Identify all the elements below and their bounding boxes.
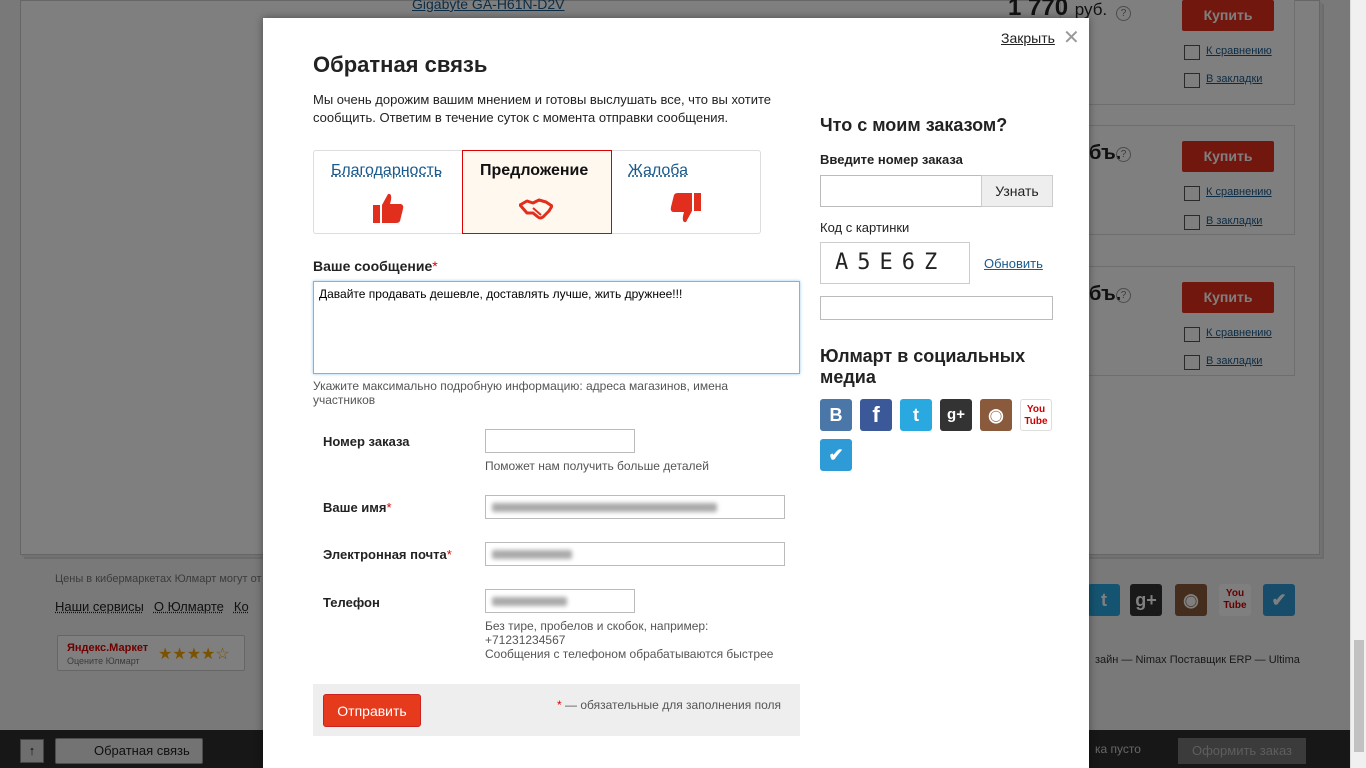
order-number-hint: Поможет нам получить больше деталей [485, 459, 709, 473]
vkontakte-icon[interactable]: B [820, 399, 852, 431]
email-label: Электронная почта* [323, 547, 452, 562]
scrollbar[interactable] [1350, 0, 1366, 768]
thumbs-up-icon [373, 193, 404, 223]
order-status-title: Что с моим заказом? [820, 115, 1008, 135]
thumbs-down-icon [670, 193, 701, 223]
modal-intro: Мы очень дорожим вашим мнением и готовы … [313, 92, 772, 125]
scrollbar-thumb[interactable] [1354, 640, 1364, 752]
phone-hint-secondary: Сообщения с телефоном обрабатываются быс… [485, 647, 774, 661]
order-status-input[interactable] [820, 175, 982, 207]
phone-hint: Без тире, пробелов и скобок, например: +… [485, 619, 709, 647]
tab-label: Благодарность [331, 162, 443, 179]
tab-label: Жалоба [628, 162, 688, 179]
required-note: * — обязательные для заполнения поля [557, 698, 781, 712]
email-input[interactable] [485, 542, 785, 566]
tab-gratitude[interactable]: Благодарность [314, 151, 464, 233]
handshake-icon [519, 198, 553, 220]
google-plus-icon[interactable]: g+ [940, 399, 972, 431]
captcha-label: Код с картинки [820, 220, 910, 235]
twitter-icon[interactable]: t [900, 399, 932, 431]
name-input[interactable] [485, 495, 785, 519]
modal-title: Обратная связь [313, 52, 488, 77]
message-textarea[interactable]: Давайте продавать дешевле, доставлять лу… [313, 281, 800, 374]
instagram-icon[interactable]: ◉ [980, 399, 1012, 431]
check-order-button[interactable]: Узнать [981, 175, 1053, 207]
order-number-label: Номер заказа [323, 434, 410, 449]
message-label: Ваше сообщение* [313, 258, 438, 274]
phone-label: Телефон [323, 595, 380, 610]
facebook-icon[interactable]: f [860, 399, 892, 431]
youtube-icon[interactable]: You Tube [1020, 399, 1052, 431]
order-number-input[interactable] [485, 429, 635, 453]
captcha-image: A5E6Z [820, 242, 970, 284]
feedback-modal: Закрыть ✕ Обратная связь Мы очень дорожи… [263, 18, 1089, 768]
submit-button[interactable]: Отправить [323, 694, 421, 727]
close-link[interactable]: Закрыть [1001, 30, 1055, 46]
tab-complaint[interactable]: Жалоба [612, 151, 762, 233]
feedback-type-tabs: Благодарность Предложение Жалоба [313, 150, 761, 234]
foursquare-icon[interactable]: ✔ [820, 439, 852, 471]
captcha-refresh-link[interactable]: Обновить [984, 256, 1043, 271]
tab-label: Предложение [480, 162, 589, 179]
order-input-label: Введите номер заказа [820, 152, 963, 167]
name-label: Ваше имя* [323, 500, 392, 515]
captcha-input[interactable] [820, 296, 1053, 320]
submit-bar: Отправить * — обязательные для заполнени… [313, 684, 800, 736]
message-hint: Укажите максимально подробную информацию… [313, 379, 729, 407]
phone-input[interactable] [485, 589, 635, 613]
tab-suggestion[interactable]: Предложение [462, 150, 612, 234]
social-title: Юлмарт в социальных медиа [820, 346, 1026, 387]
close-icon[interactable]: ✕ [1063, 25, 1080, 50]
